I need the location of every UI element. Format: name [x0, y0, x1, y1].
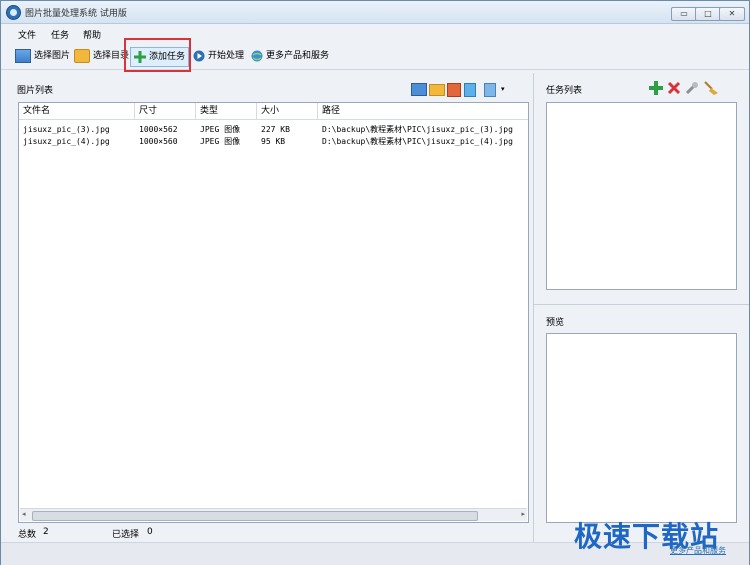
table-row[interactable]: jisuxz_pic_(4).jpg 1000×560 JPEG 图像 95 K… [19, 136, 528, 148]
col-filename[interactable]: 文件名 [19, 103, 135, 119]
col-filesize[interactable]: 大小 [257, 103, 318, 119]
col-path[interactable]: 路径 [318, 103, 528, 119]
cell-size: 1000×562 [139, 125, 178, 134]
task-list-box[interactable] [546, 102, 737, 290]
chevron-down-icon[interactable]: ▾ [501, 85, 505, 93]
cell-type: JPEG 图像 [200, 137, 241, 146]
scroll-right-icon[interactable]: ▸ [521, 510, 525, 518]
more-products-label: 更多产品和服务 [266, 51, 330, 61]
wrench-icon[interactable] [685, 81, 699, 98]
start-button[interactable]: 开始处理 [193, 47, 244, 65]
horizontal-scrollbar[interactable]: ◂ ▸ [20, 508, 527, 521]
remove-image-icon[interactable] [447, 83, 461, 97]
cell-type: JPEG 图像 [200, 125, 241, 134]
table-row[interactable]: jisuxz_pic_(3).jpg 1000×562 JPEG 图像 227 … [19, 124, 528, 136]
select-dir-button[interactable]: 选择目录 [74, 47, 129, 65]
delete-icon[interactable] [667, 81, 681, 98]
col-size[interactable]: 尺寸 [135, 103, 196, 119]
more-products-button[interactable]: 更多产品和服务 [251, 47, 329, 65]
vertical-splitter[interactable] [533, 73, 534, 543]
menu-file[interactable]: 文件 [18, 28, 36, 41]
window-title: 图片批量处理系统 试用版 [25, 9, 127, 19]
minimize-button[interactable]: ▭ [671, 7, 697, 21]
monitor-icon[interactable] [411, 83, 427, 96]
task-list-title: 任务列表 [546, 86, 583, 96]
title-bar: 图片批量处理系统 试用版 ▭ □ ✕ [1, 1, 749, 24]
cell-size: 1000×560 [139, 137, 178, 146]
app-icon [6, 5, 21, 20]
folder-icon [74, 48, 90, 63]
add-task-highlight [124, 38, 191, 72]
image-list-tools: ▾ [409, 81, 519, 97]
cell-filename: jisuxz_pic_(3).jpg [23, 125, 110, 134]
scrollbar-thumb[interactable] [32, 511, 478, 521]
broom-icon[interactable] [703, 81, 719, 98]
cell-filename: jisuxz_pic_(4).jpg [23, 137, 110, 146]
trash-icon[interactable] [464, 83, 476, 97]
cell-filesize: 95 KB [261, 137, 286, 146]
scroll-left-icon[interactable]: ◂ [22, 510, 26, 518]
image-list-table[interactable]: 文件名 尺寸 类型 大小 路径 jisuxz_pic_(3).jpg 1000×… [18, 102, 529, 523]
image-list-title: 图片列表 [17, 86, 54, 96]
selected-value: 0 [147, 527, 153, 537]
total-label: 总数 [18, 530, 37, 540]
table-header: 文件名 尺寸 类型 大小 路径 [19, 103, 528, 120]
task-list-tools [645, 80, 725, 96]
col-type[interactable]: 类型 [196, 103, 257, 119]
cell-filesize: 227 KB [261, 125, 290, 134]
add-icon[interactable] [649, 81, 663, 98]
maximize-button[interactable]: □ [695, 7, 721, 21]
horizontal-splitter[interactable] [534, 304, 749, 305]
total-value: 2 [43, 527, 49, 537]
menu-help[interactable]: 帮助 [83, 28, 101, 41]
globe-icon [251, 50, 263, 62]
cell-path: D:\backup\教程素材\PIC\jisuxz_pic_(4).jpg [322, 137, 513, 146]
list-view-icon[interactable] [484, 83, 496, 97]
start-label: 开始处理 [208, 51, 245, 61]
app-window: 图片批量处理系统 试用版 ▭ □ ✕ 文件 任务 帮助 选择图片 选择目录 添加… [0, 0, 750, 565]
toolbar: 选择图片 选择目录 添加任务 开始处理 更多产品和服务 [1, 43, 749, 70]
menu-task[interactable]: 任务 [51, 28, 69, 41]
play-icon [193, 50, 205, 62]
menu-bar: 文件 任务 帮助 [1, 24, 749, 42]
selected-label: 已选择 [112, 530, 140, 540]
folder-open-icon[interactable] [429, 84, 445, 96]
select-image-label: 选择图片 [34, 51, 71, 61]
preview-title: 预览 [546, 318, 565, 328]
select-image-button[interactable]: 选择图片 [15, 47, 70, 65]
image-icon [15, 48, 31, 63]
close-button[interactable]: ✕ [719, 7, 745, 21]
more-products-link[interactable]: 更多产品和服务 [670, 545, 726, 556]
preview-box [546, 333, 737, 523]
cell-path: D:\backup\教程素材\PIC\jisuxz_pic_(3).jpg [322, 125, 513, 134]
